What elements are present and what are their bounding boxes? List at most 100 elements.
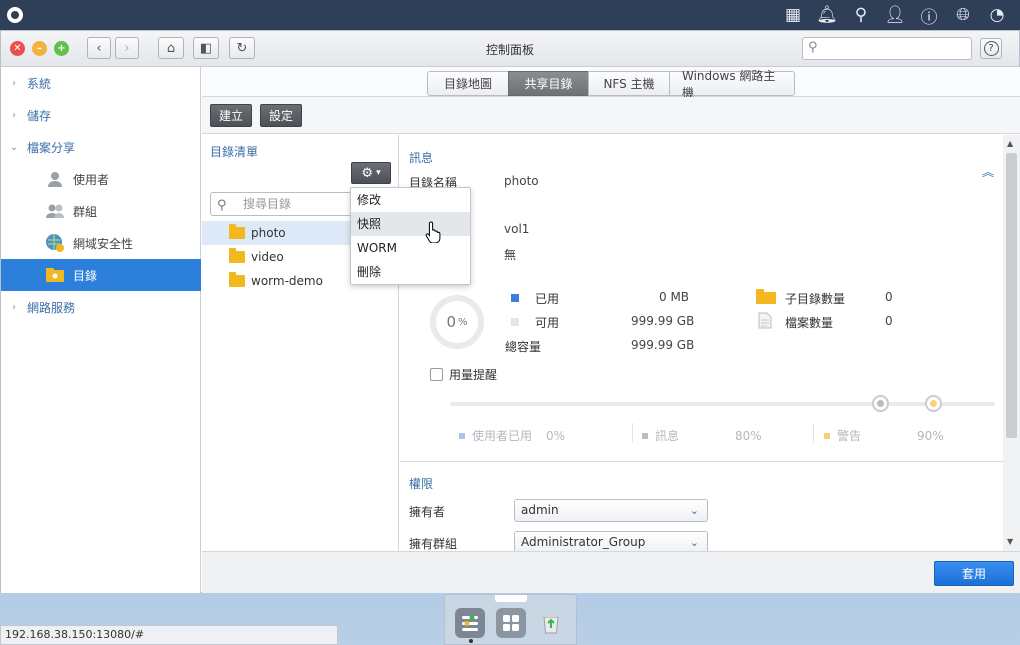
help-button[interactable]: ? xyxy=(980,38,1002,59)
chevron-down-icon: ▾ xyxy=(376,168,381,178)
gear-icon: ⚙ xyxy=(361,165,374,181)
app-grid-icon[interactable]: ▦ xyxy=(776,0,810,30)
scrollbar-thumb[interactable] xyxy=(1006,153,1017,438)
divider xyxy=(813,423,814,443)
file-count-label: 檔案數量 xyxy=(785,316,834,330)
actions-dropdown-menu: 修改 快照 WORM 刪除 xyxy=(350,187,471,285)
tab-nfs-host[interactable]: NFS 主機 xyxy=(588,71,669,96)
sidebar-item-domain-security[interactable]: 網域安全性 xyxy=(1,227,201,259)
bell-icon[interactable]: 🔔︎ xyxy=(810,0,844,30)
dock-handle[interactable] xyxy=(495,595,527,602)
chevron-right-icon: › xyxy=(12,301,16,313)
folder-icon xyxy=(229,248,245,263)
collapse-up-icon[interactable]: ︽ xyxy=(982,163,994,180)
free-legend-square xyxy=(511,318,519,326)
scroll-down-icon[interactable]: ▼ xyxy=(1007,537,1013,546)
owner-label: 擁有者 xyxy=(409,505,446,519)
control-panel-app-icon[interactable] xyxy=(455,608,485,638)
used-label: 已用 xyxy=(535,292,560,306)
menu-item-worm[interactable]: WORM xyxy=(351,236,470,260)
volume-value: vol1 xyxy=(504,222,530,236)
tab-shared-directory[interactable]: 共享目錄 xyxy=(508,71,588,96)
usage-unit: % xyxy=(458,316,468,328)
sidebar-item-users[interactable]: 使用者 xyxy=(1,163,201,195)
user-icon[interactable]: 👤︎ xyxy=(878,0,912,30)
settings-button[interactable]: 設定 xyxy=(260,104,303,127)
hand-cursor-icon xyxy=(425,221,443,248)
permissions-section-title: 權限 xyxy=(409,477,434,491)
create-button[interactable]: 建立 xyxy=(210,104,253,127)
description-value: 無 xyxy=(504,248,517,262)
sidebar-item-file-sharing[interactable]: ⌄ 檔案分享 xyxy=(1,131,201,163)
legend-dot xyxy=(459,432,465,439)
chevron-down-icon: ⌄ xyxy=(689,504,699,517)
quota-alert-label: 用量提醒 xyxy=(449,368,498,382)
folder-name: worm-demo xyxy=(251,274,323,288)
directory-name-value: photo xyxy=(504,174,539,188)
folder-name: video xyxy=(251,250,284,264)
recycle-bin-icon[interactable] xyxy=(536,608,566,638)
warning-threshold-handle[interactable] xyxy=(925,395,942,412)
tab-group: 目錄地圖 共享目錄 NFS 主機 Windows 網路主機 xyxy=(427,69,795,100)
sidebar-item-label: 群組 xyxy=(73,204,98,219)
chevron-right-icon: › xyxy=(12,109,16,121)
dashboard-icon[interactable]: ◔ xyxy=(980,0,1014,30)
sidebar-item-system[interactable]: › 系統 xyxy=(1,67,201,99)
usage-ring: 0% xyxy=(430,295,484,349)
info-threshold-handle[interactable] xyxy=(872,395,889,412)
group-owner-label: 擁有群組 xyxy=(409,537,458,551)
window-search-input[interactable]: ⚲ xyxy=(802,37,972,60)
folder-icon xyxy=(756,289,776,307)
subdir-count-label: 子目錄數量 xyxy=(785,292,846,306)
chevron-right-icon: › xyxy=(12,77,16,89)
info-panel-scrollbar[interactable]: ▲ ▼ xyxy=(1003,135,1020,551)
file-count-value: 0 xyxy=(885,314,893,328)
sidebar-item-storage[interactable]: › 儲存 xyxy=(1,99,201,131)
menu-item-snapshot[interactable]: 快照 xyxy=(351,212,470,236)
free-label: 可用 xyxy=(535,316,560,330)
tab-directory-map[interactable]: 目錄地圖 xyxy=(427,71,508,96)
file-icon xyxy=(758,312,772,332)
sidebar-item-groups[interactable]: 群組 xyxy=(1,195,201,227)
sidebar-item-directory[interactable]: 目錄 xyxy=(1,259,201,291)
subdir-count-value: 0 xyxy=(885,290,893,304)
shared-folder-icon xyxy=(45,265,65,285)
directory-search-input[interactable]: ⚲ 搜尋目錄 xyxy=(210,192,360,216)
menu-item-modify[interactable]: 修改 xyxy=(351,188,470,212)
scroll-up-icon[interactable]: ▲ xyxy=(1007,139,1013,148)
legend-info: 訊息 80% xyxy=(642,427,762,444)
legend-value: 90% xyxy=(917,428,944,443)
owner-select[interactable]: admin ⌄ xyxy=(514,499,708,522)
help-icon[interactable]: ⓘ xyxy=(912,0,946,30)
chevron-down-icon: ⌄ xyxy=(689,536,699,549)
sidebar: › 系統 › 儲存 ⌄ 檔案分享 使用者 群組 網域安全性 目錄 › 網路服務 xyxy=(1,67,201,593)
sidebar-item-label: 檔案分享 xyxy=(27,140,76,155)
sidebar-item-network-services[interactable]: › 網路服務 xyxy=(1,291,201,323)
running-indicator xyxy=(469,639,473,643)
section-divider xyxy=(400,461,1003,462)
sidebar-item-label: 網域安全性 xyxy=(73,236,134,251)
search-icon[interactable]: ⚲ xyxy=(844,0,878,30)
actions-menu-button[interactable]: ⚙ ▾ xyxy=(351,162,391,184)
menu-item-delete[interactable]: 刪除 xyxy=(351,260,470,284)
app-center-icon[interactable] xyxy=(496,608,526,638)
qnap-logo-icon[interactable] xyxy=(0,0,30,30)
os-topbar: ▦ 🔔︎ ⚲ 👤︎ ⓘ 🌐︎ ◔ xyxy=(0,0,1020,30)
footer-bar: 套用 xyxy=(202,551,1020,593)
globe-icon[interactable]: 🌐︎ xyxy=(946,0,980,30)
sidebar-item-label: 目錄 xyxy=(73,268,98,283)
divider xyxy=(632,423,633,443)
tab-windows-network-host[interactable]: Windows 網路主機 xyxy=(669,69,795,100)
group-icon xyxy=(45,201,65,221)
search-icon: ⚲ xyxy=(808,40,818,55)
apply-button[interactable]: 套用 xyxy=(934,561,1014,586)
quota-alert-checkbox[interactable] xyxy=(430,368,443,381)
folder-name: photo xyxy=(251,226,286,240)
group-owner-select[interactable]: Administrator_Group ⌄ xyxy=(514,531,708,551)
quota-slider-track[interactable] xyxy=(450,402,995,406)
legend-dot xyxy=(824,432,830,439)
legend-value: 80% xyxy=(735,428,762,443)
used-legend-square xyxy=(511,294,519,302)
topbar-icons: ▦ 🔔︎ ⚲ 👤︎ ⓘ 🌐︎ ◔ xyxy=(776,0,1014,30)
free-value: 999.99 GB xyxy=(631,314,695,328)
